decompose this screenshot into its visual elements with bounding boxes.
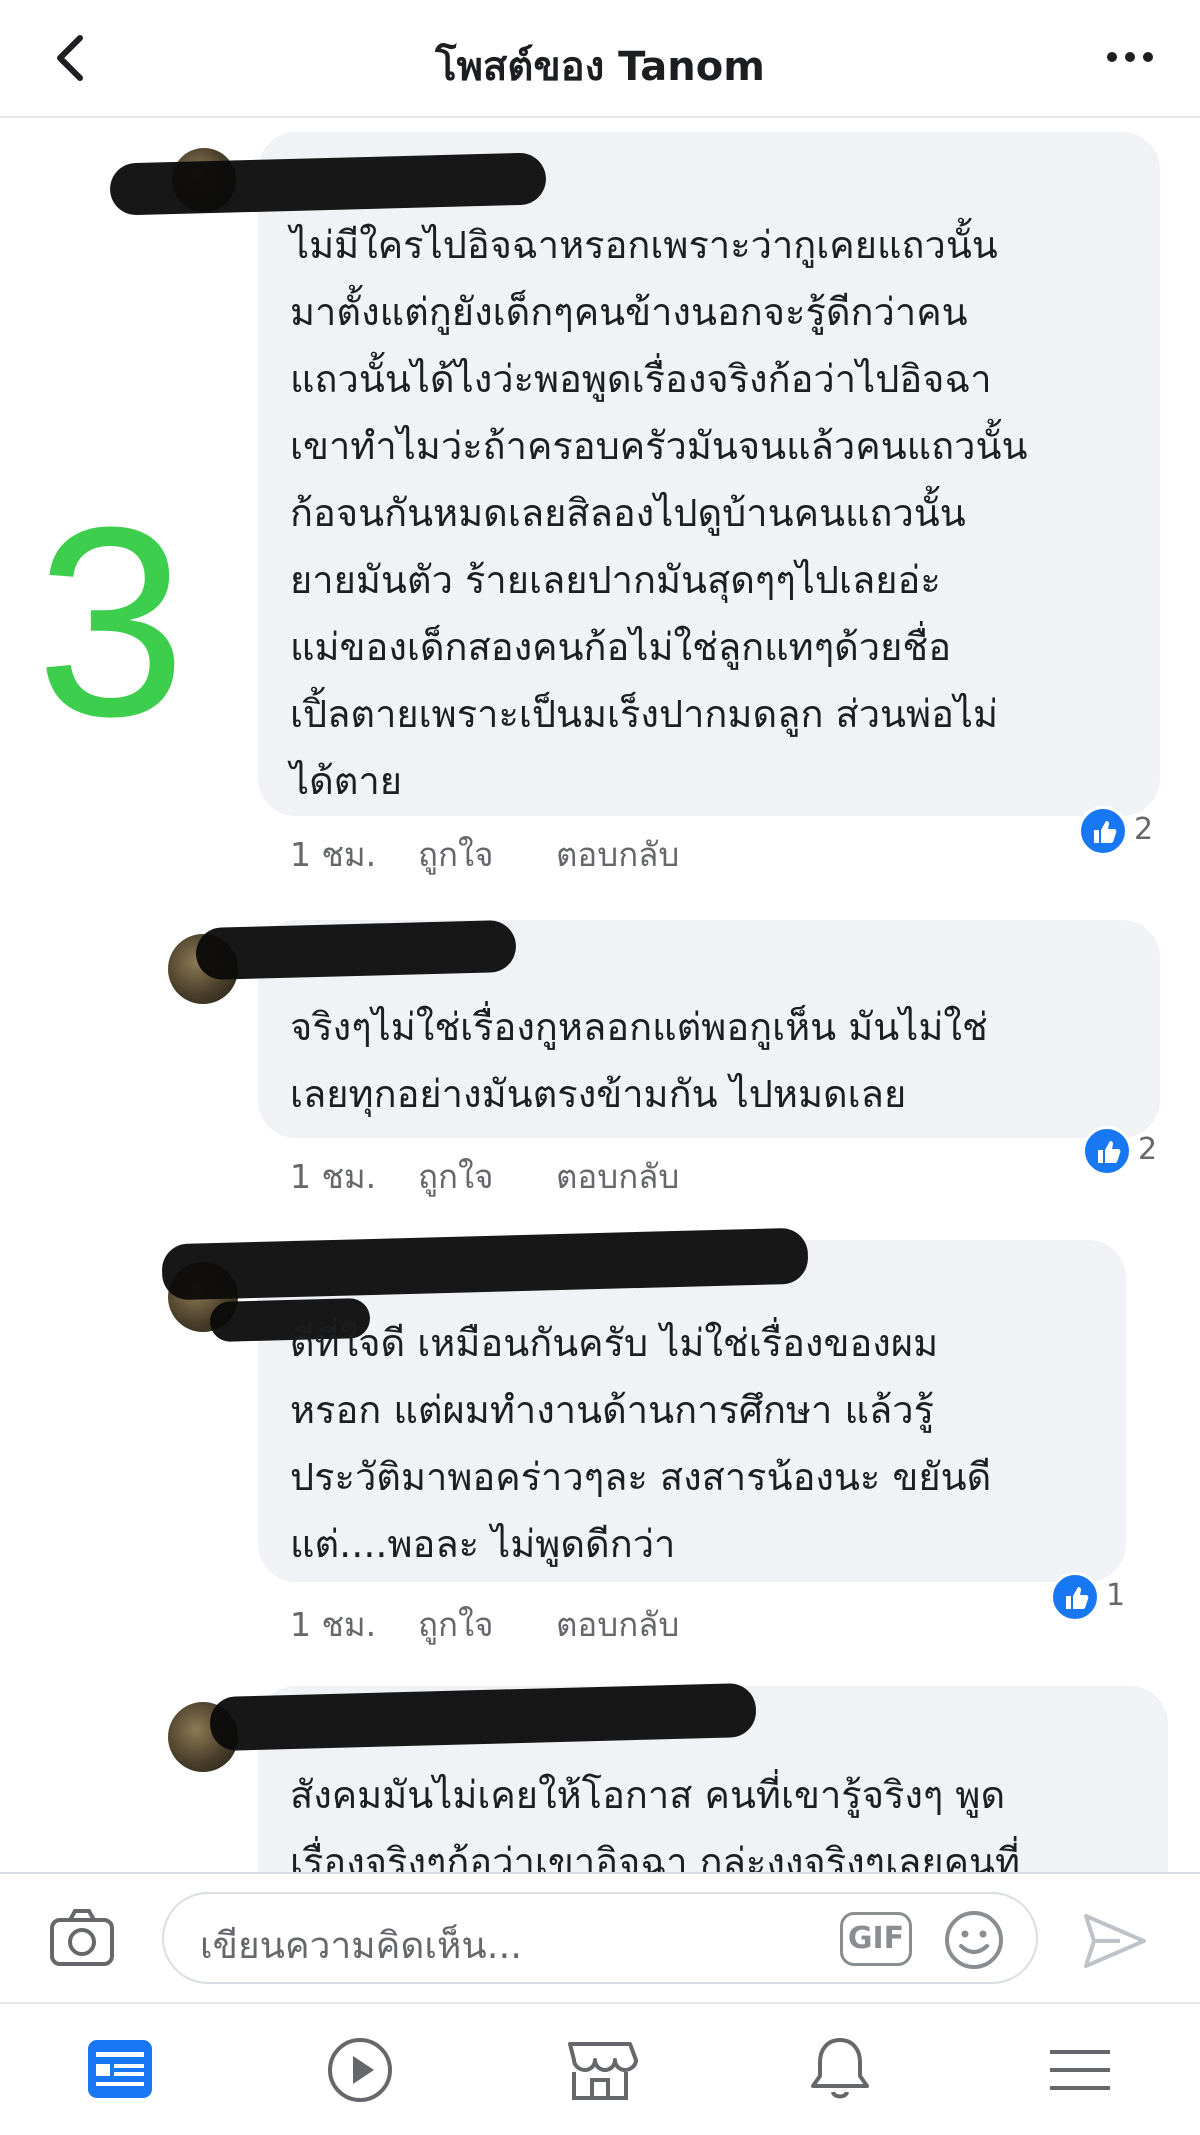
reaction-count[interactable]: 2 bbox=[1082, 1126, 1172, 1178]
like-button[interactable]: ถูกใจ bbox=[418, 1150, 493, 1203]
like-reaction-icon bbox=[1082, 1126, 1132, 1176]
watch-play-icon[interactable] bbox=[320, 2030, 400, 2110]
comment-actions: 1 ชม. ถูกใจ ตอบกลับ bbox=[290, 1598, 890, 1644]
comment-actions: 1 ชม. ถูกใจ ตอบกลับ bbox=[290, 828, 890, 874]
comment-actions: 1 ชม. ถูกใจ ตอบกลับ bbox=[290, 1150, 890, 1196]
reaction-number: 1 bbox=[1106, 1578, 1126, 1613]
comment-time: 1 ชม. bbox=[290, 1605, 377, 1644]
emoji-icon[interactable] bbox=[942, 1908, 1006, 1972]
reply-button[interactable]: ตอบกลับ bbox=[556, 1598, 679, 1651]
page-title: โพสต์ของ Tanom bbox=[435, 44, 765, 90]
reaction-number: 2 bbox=[1138, 1132, 1158, 1167]
comment-text: ไม่มีใครไปอิจฉาหรอกเพราะว่ากูเคยแถวนั้น … bbox=[290, 223, 1028, 803]
comment-text: จริงๆไม่ใช่เรื่องกูหลอกแต่พอกูเห็น มันไม… bbox=[290, 1005, 988, 1116]
more-dots-icon[interactable] bbox=[1100, 32, 1160, 82]
like-reaction-icon bbox=[1078, 806, 1128, 856]
like-reaction-icon bbox=[1050, 1572, 1100, 1622]
comment-time: 1 ชม. bbox=[290, 1157, 377, 1196]
comment-text: ดีที่ใจดี เหมือนกันครับ ไม่ใช่เรื่องของผ… bbox=[290, 1321, 992, 1566]
reaction-count[interactable]: 1 bbox=[1050, 1572, 1140, 1624]
comment-composer: เขียนความคิดเห็น... GIF bbox=[0, 1872, 1200, 2002]
reaction-count[interactable]: 2 bbox=[1078, 806, 1168, 858]
post-header: โพสต์ของ Tanom bbox=[0, 0, 1200, 118]
bottom-tab-bar bbox=[0, 2002, 1200, 2135]
notifications-bell-icon[interactable] bbox=[800, 2030, 880, 2110]
comment-input[interactable]: เขียนความคิดเห็น... GIF bbox=[162, 1892, 1038, 1984]
news-feed-icon[interactable] bbox=[80, 2030, 160, 2110]
marketplace-icon[interactable] bbox=[560, 2030, 640, 2110]
camera-icon[interactable] bbox=[46, 1902, 118, 1972]
reply-button[interactable]: ตอบกลับ bbox=[556, 1150, 679, 1203]
redacted-name bbox=[195, 919, 517, 981]
send-icon[interactable] bbox=[1080, 1910, 1150, 1972]
overlay-number: 3 bbox=[36, 472, 187, 773]
reaction-number: 2 bbox=[1134, 812, 1154, 847]
menu-icon[interactable] bbox=[1040, 2030, 1120, 2110]
like-button[interactable]: ถูกใจ bbox=[418, 1598, 493, 1651]
comment-time: 1 ชม. bbox=[290, 835, 377, 874]
gif-icon[interactable]: GIF bbox=[840, 1912, 912, 1966]
comment-input-placeholder: เขียนความคิดเห็น... bbox=[200, 1924, 522, 1967]
reply-button[interactable]: ตอบกลับ bbox=[556, 828, 679, 881]
like-button[interactable]: ถูกใจ bbox=[418, 828, 493, 881]
